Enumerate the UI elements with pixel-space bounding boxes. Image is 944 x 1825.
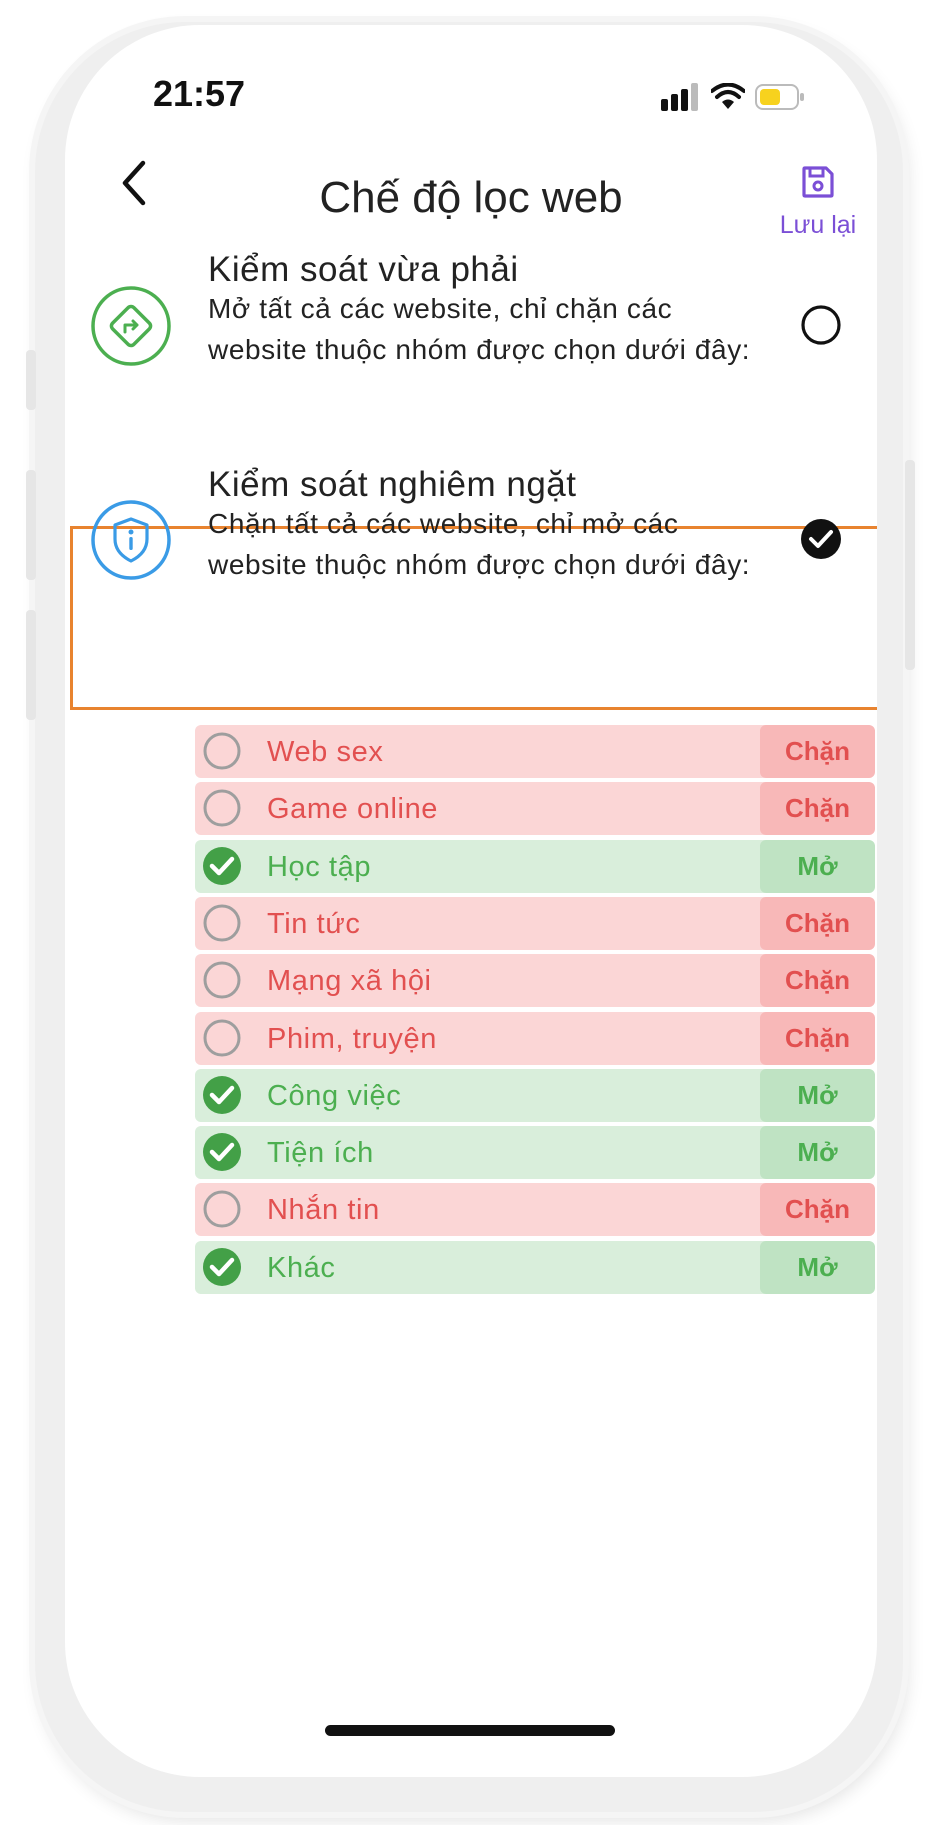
category-status-badge[interactable]: Chặn: [760, 725, 875, 778]
page-title: Chế độ lọc web: [319, 173, 623, 222]
category-status-badge[interactable]: Chặn: [760, 1011, 875, 1065]
shield-info-icon: [91, 500, 171, 580]
category-label: Game online: [267, 793, 439, 826]
category-row[interactable]: Nhắn tin Chặn: [195, 1183, 875, 1237]
category-status-badge[interactable]: Chặn: [760, 782, 875, 836]
route-sign-icon: [91, 286, 171, 366]
radio-selected-icon[interactable]: [800, 518, 842, 560]
mode-description: Mở tất cả các website, chỉ chặn các webs…: [208, 293, 751, 365]
category-label: Web sex: [267, 736, 384, 768]
category-status-badge[interactable]: Mở: [760, 839, 875, 893]
home-indicator: [325, 1725, 615, 1736]
category-label: Mạng xã hội: [267, 965, 432, 998]
side-button: [26, 350, 36, 410]
checked-circle-icon[interactable]: [201, 845, 243, 887]
save-icon: [802, 166, 834, 198]
category-label: Nhắn tin: [267, 1194, 380, 1227]
category-row[interactable]: Phim, truyện Chặn: [195, 1011, 875, 1065]
category-label: Tiện ích: [267, 1137, 374, 1170]
category-label: Phim, truyện: [267, 1022, 437, 1055]
battery-icon: [755, 84, 804, 110]
radio-unselected-icon[interactable]: [800, 304, 842, 346]
category-status-badge[interactable]: Chặn: [760, 896, 875, 950]
unchecked-circle-icon[interactable]: [201, 902, 243, 944]
category-status-badge[interactable]: Mở: [760, 1068, 875, 1122]
side-button: [26, 610, 36, 720]
category-row[interactable]: Web sex Chặn: [195, 725, 875, 778]
unchecked-circle-icon[interactable]: [201, 787, 243, 829]
category-row[interactable]: Tiện ích Mở: [195, 1126, 875, 1180]
save-button[interactable]: Lưu lại: [768, 138, 868, 248]
category-label: Học tập: [267, 850, 372, 883]
side-button: [905, 460, 915, 670]
category-row[interactable]: Công việc Mở: [195, 1068, 875, 1122]
save-label: Lưu lại: [779, 211, 857, 239]
mode-title: Kiểm soát vừa phải: [208, 250, 519, 289]
unchecked-circle-icon[interactable]: [201, 1188, 243, 1230]
category-status-badge[interactable]: Chặn: [760, 954, 875, 1008]
unchecked-circle-icon[interactable]: [201, 959, 243, 1001]
side-button: [26, 470, 36, 580]
checked-circle-icon[interactable]: [201, 1074, 243, 1116]
category-status-badge[interactable]: Chặn: [760, 1183, 875, 1237]
unchecked-circle-icon[interactable]: [201, 730, 243, 772]
checked-circle-icon[interactable]: [201, 1246, 243, 1288]
unchecked-circle-icon[interactable]: [201, 1017, 243, 1059]
status-icons: [661, 83, 804, 113]
category-status-badge[interactable]: Mở: [760, 1240, 875, 1294]
category-label: Khác: [267, 1251, 336, 1284]
category-row[interactable]: Khác Mở: [195, 1240, 875, 1294]
category-label: Công việc: [267, 1079, 402, 1112]
category-row[interactable]: Tin tức Chặn: [195, 896, 875, 950]
wifi-icon: [711, 83, 745, 109]
category-row[interactable]: Mạng xã hội Chặn: [195, 954, 875, 1008]
category-row[interactable]: Học tập Mở: [195, 839, 875, 893]
app-screen: 21:57 Chế độ lọc web Lưu lại Kiểm soát v…: [65, 25, 877, 1777]
category-row[interactable]: Game online Chặn: [195, 782, 875, 836]
mode-description: Chặn tất cả các website, chỉ mở các webs…: [208, 508, 751, 580]
mode-title: Kiểm soát nghiêm ngặt: [208, 465, 577, 504]
signal-icon: [661, 83, 698, 111]
status-time: 21:57: [153, 73, 246, 114]
category-label: Tin tức: [267, 907, 361, 940]
checked-circle-icon[interactable]: [201, 1131, 243, 1173]
category-status-badge[interactable]: Mở: [760, 1126, 875, 1180]
